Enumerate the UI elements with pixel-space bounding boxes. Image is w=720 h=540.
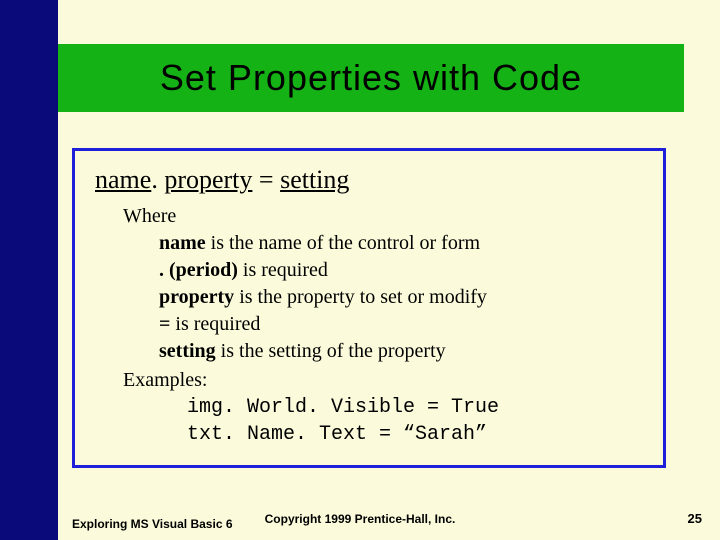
syntax-line: name. property = setting [95,165,643,195]
where-heading: Where [123,203,643,230]
definition-term: name [159,232,206,254]
sidebar-accent [0,0,58,540]
syntax-property: property [164,165,252,194]
example-line: txt. Name. Text = “Sarah” [187,421,643,448]
title-banner: Set Properties with Code [58,44,684,112]
where-block: Where name is the name of the control or… [123,203,643,448]
definition-line: . (period) is required [159,257,643,284]
definition-list: name is the name of the control or form … [159,230,643,365]
syntax-equals: = [252,165,280,194]
definition-term: setting [159,340,216,362]
definition-line: name is the name of the control or form [159,230,643,257]
content-box: name. property = setting Where name is t… [72,148,666,468]
definition-term: = [159,313,170,335]
definition-desc: is required [170,313,260,335]
definition-line: property is the property to set or modif… [159,284,643,311]
example-line: img. World. Visible = True [187,394,643,421]
slide: Set Properties with Code name. property … [0,0,720,540]
definition-desc: is required [238,259,328,281]
syntax-name: name [95,165,151,194]
slide-title: Set Properties with Code [160,57,582,99]
page-number: 25 [688,511,702,526]
definition-desc: is the setting of the property [216,340,446,362]
definition-term: . (period) [159,259,238,281]
syntax-setting: setting [280,165,349,194]
definition-line: = is required [159,311,643,338]
definition-term: property [159,286,234,308]
definition-desc: is the name of the control or form [206,232,480,254]
footer-center: Copyright 1999 Prentice-Hall, Inc. [0,512,720,526]
examples-heading: Examples: [123,367,643,394]
definition-line: setting is the setting of the property [159,338,643,365]
syntax-dot: . [151,165,158,194]
definition-desc: is the property to set or modify [234,286,487,308]
